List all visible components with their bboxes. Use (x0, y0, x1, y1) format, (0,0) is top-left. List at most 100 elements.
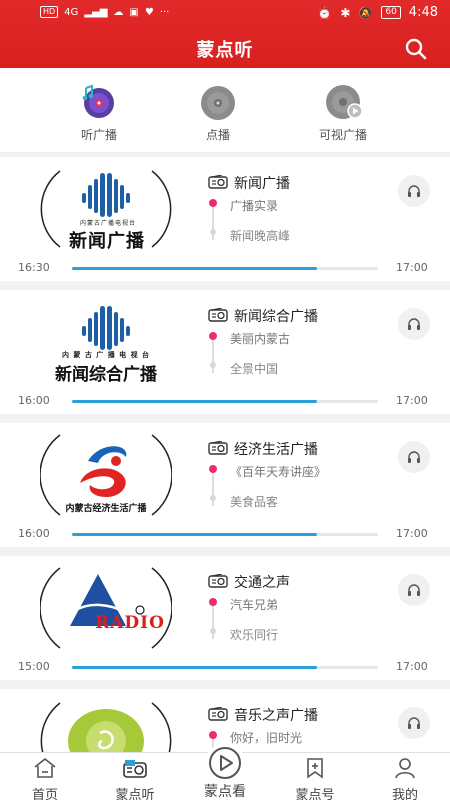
current-program-dot (209, 598, 217, 606)
current-program-dot (209, 332, 217, 340)
play-icon (209, 747, 241, 779)
next-program: 欢乐同行 (230, 628, 279, 642)
radio-icon (208, 175, 228, 189)
headphones-button[interactable] (398, 707, 430, 739)
headphones-button[interactable] (398, 574, 430, 606)
search-icon (405, 38, 427, 60)
channel-logo: 内蒙古广播电视台 新闻广播 (40, 165, 172, 253)
nav-label: 蒙点号 (295, 788, 335, 800)
nav-account[interactable]: 蒙点号 (280, 757, 350, 800)
channel-name: 交通之声 (234, 575, 290, 591)
person-icon (395, 758, 415, 779)
nav-label: 蒙点听 (115, 788, 155, 800)
start-time: 15:00 (18, 660, 50, 673)
logo-channel-text: RADIO (95, 613, 165, 633)
progress-bar (72, 533, 378, 536)
channel-card[interactable]: 内蒙古广播电视台 新闻广播 新闻广播 广播实录 新闻晚高峰 16:30 17:0… (0, 157, 450, 281)
next-program-dot (210, 495, 216, 501)
nav-me[interactable]: 我的 (370, 757, 440, 800)
radio-icon (208, 308, 228, 322)
category-visual-broadcast[interactable]: 可视广播 (298, 82, 388, 143)
channel-name: 音乐之声广播 (234, 708, 318, 724)
current-program-dot (209, 731, 217, 739)
progress-bar (72, 666, 378, 669)
current-program: 《百年天寿讲座》 (230, 465, 327, 479)
channel-card[interactable]: RADIO 交通之声 汽车兄弟 欢乐同行 15:00 17:00 (0, 556, 450, 680)
bookmark-plus-icon (307, 758, 323, 779)
vinyl-play-icon (324, 82, 363, 120)
current-program: 广播实录 (230, 199, 279, 213)
end-time: 17:00 (396, 261, 428, 274)
headphones-button[interactable] (398, 441, 430, 473)
headphones-button[interactable] (398, 308, 430, 340)
end-time: 17:00 (396, 394, 428, 407)
cloud-icon: ☁ (113, 6, 124, 18)
radio-icon (208, 574, 228, 588)
logo-channel-text: 新闻综合广播 (55, 365, 157, 385)
bluetooth-icon: ✱ (340, 5, 351, 20)
category-listen-broadcast[interactable]: 听广播 (54, 82, 144, 143)
page-title: 蒙点听 (196, 40, 254, 61)
hd-badge: HD (40, 6, 59, 18)
progress-fill (72, 666, 317, 669)
next-program: 美食品客 (230, 495, 279, 509)
home-icon (34, 757, 56, 778)
nav-listen[interactable]: 蒙点听 (100, 757, 170, 800)
search-button[interactable] (404, 37, 428, 61)
current-program-dot (209, 465, 217, 473)
nav-watch[interactable]: 蒙点看 (190, 743, 260, 800)
app-notification-icon: ▣ (129, 6, 139, 18)
progress-fill (72, 267, 317, 270)
next-program-dot (210, 628, 216, 634)
progress-fill (72, 533, 317, 536)
vinyl-icon (199, 82, 237, 120)
logo-channel-text: 新闻广播 (69, 231, 145, 252)
headphones-button[interactable] (398, 175, 430, 207)
headphones-icon (408, 185, 420, 197)
mute-icon: 🔕 (358, 5, 374, 20)
current-program-dot (209, 199, 217, 207)
battery-level: 60 (381, 6, 401, 19)
category-label: 可视广播 (318, 128, 367, 142)
headphones-icon (408, 717, 420, 729)
nav-home[interactable]: 首页 (10, 757, 80, 800)
channel-logo: RADIO (39, 564, 173, 652)
end-time: 17:00 (396, 660, 428, 673)
end-time: 17:00 (396, 527, 428, 540)
status-bar: HD 4G ▂▄▆ ☁ ▣ ♥ ··· ⏰ ✱ 🔕 60 4:48 (0, 0, 450, 26)
network-label: 4G (64, 6, 79, 18)
channel-name: 新闻广播 (234, 176, 290, 192)
start-time: 16:00 (18, 527, 50, 540)
channel-card[interactable]: 内 蒙 古 广 播 电 视 台 新闻综合广播 新闻综合广播 美丽内蒙古 全景中国… (0, 290, 450, 414)
header: HD 4G ▂▄▆ ☁ ▣ ♥ ··· ⏰ ✱ 🔕 60 4:48 蒙点听 (0, 0, 450, 68)
nav-label: 我的 (391, 788, 418, 800)
channel-logo: 内蒙古经济生活广播 (39, 431, 173, 519)
start-time: 16:00 (18, 394, 50, 407)
radio-icon (123, 760, 147, 778)
channel-name: 经济生活广播 (234, 442, 318, 458)
logo-org-text: 内蒙古广播电视台 (79, 220, 136, 227)
next-program: 全景中国 (230, 362, 279, 376)
category-label: 听广播 (80, 128, 117, 142)
more-notifications: ··· (159, 6, 170, 18)
alarm-icon: ⏰ (317, 5, 333, 20)
next-program-dot (210, 229, 216, 235)
progress-bar (72, 400, 378, 403)
category-on-demand[interactable]: 点播 (173, 82, 263, 143)
logo-org-text: 内 蒙 古 广 播 电 视 台 (61, 351, 151, 359)
category-bar: 听广播 点播 可视广播 (0, 68, 450, 152)
signal-icon: ▂▄▆ (84, 6, 108, 18)
heart-icon: ♥ (144, 6, 154, 18)
next-program: 新闻晚高峰 (230, 229, 291, 243)
current-program: 汽车兄弟 (230, 598, 279, 612)
headphones-icon (408, 318, 420, 330)
next-program-dot (210, 362, 216, 368)
channel-logo: 内 蒙 古 广 播 电 视 台 新闻综合广播 (40, 298, 172, 386)
channel-card[interactable]: 内蒙古经济生活广播 经济生活广播 《百年天寿讲座》 美食品客 16:00 17:… (0, 423, 450, 547)
channel-name: 新闻综合广播 (234, 309, 318, 325)
current-program: 美丽内蒙古 (230, 332, 291, 346)
vinyl-colorful-icon (80, 82, 118, 120)
progress-bar (72, 267, 378, 270)
category-label: 点播 (205, 128, 230, 142)
start-time: 16:30 (18, 261, 50, 274)
